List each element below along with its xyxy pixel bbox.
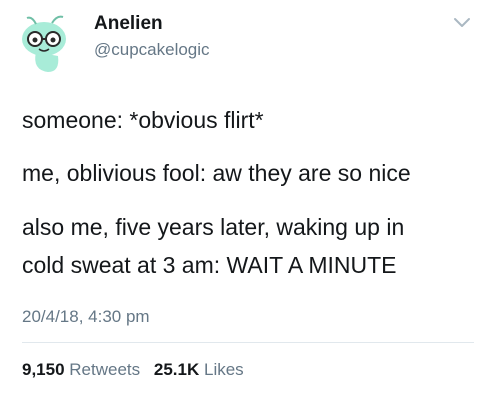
likes-stat[interactable]: 25.1K Likes <box>154 360 244 380</box>
tweet-text-line: someone: *obvious flirt* <box>22 107 264 133</box>
author-handle[interactable]: @cupcakelogic <box>94 40 210 60</box>
retweets-count: 9,150 <box>22 360 65 379</box>
tweet-timestamp[interactable]: 20/4/18, 4:30 pm <box>22 307 150 327</box>
chevron-down-icon[interactable] <box>452 16 472 30</box>
likes-label: Likes <box>204 360 244 379</box>
divider <box>22 342 474 343</box>
likes-count: 25.1K <box>153 360 200 379</box>
tweet-text-line: cold sweat at 3 am: WAIT A MINUTE <box>22 252 397 278</box>
tweet-text-line: me, oblivious fool: aw they are so nice <box>22 160 411 186</box>
author-display-name[interactable]: Anelien <box>94 13 163 35</box>
avatar[interactable] <box>14 12 76 74</box>
tweet-text-line: also me, five years later, waking up in <box>22 214 405 240</box>
retweets-label: Retweets <box>69 360 141 379</box>
retweets-stat[interactable]: 9,150 Retweets <box>22 360 140 380</box>
tweet-stats: 9,150 Retweets 25.1K Likes <box>22 360 253 380</box>
